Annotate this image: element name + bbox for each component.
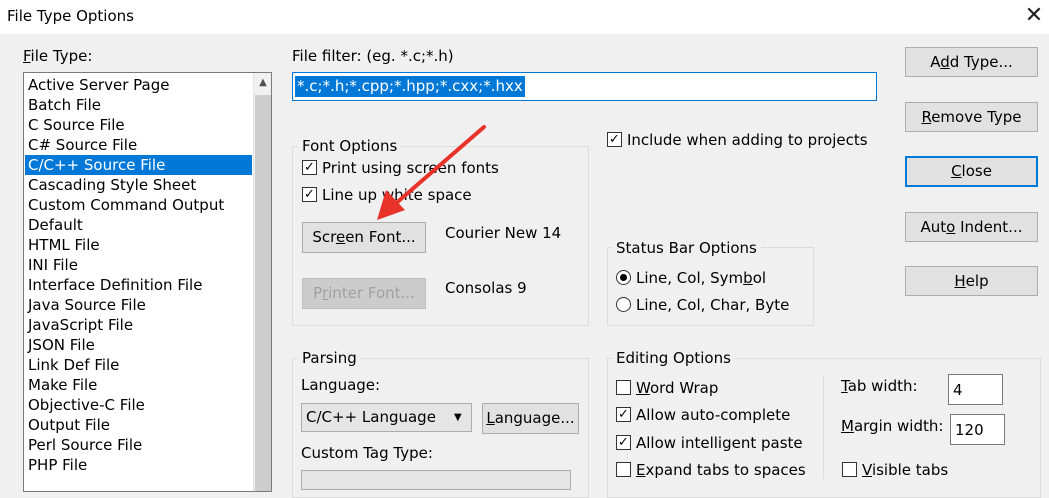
- file-filter-label: File filter: (eg. *.c;*.h): [292, 47, 454, 65]
- scroll-up-icon[interactable]: ▲: [254, 73, 271, 93]
- help-button[interactable]: Help: [905, 266, 1038, 296]
- printer-font-value: Consolas 9: [445, 279, 527, 297]
- font-options-title: Font Options: [298, 137, 402, 155]
- chevron-down-icon: ▼: [454, 412, 462, 423]
- include-projects-checkbox[interactable]: ✓: [607, 132, 622, 147]
- print-screen-fonts-checkbox[interactable]: ✓: [302, 160, 317, 175]
- list-item[interactable]: Default: [25, 215, 252, 235]
- list-item[interactable]: Output File: [25, 415, 252, 435]
- status-bar-byte-label: Line, Col, Char, Byte: [636, 296, 790, 314]
- remove-type-button[interactable]: Remove Type: [905, 102, 1038, 132]
- window-title: File Type Options: [7, 7, 134, 25]
- include-projects-label: Include when adding to projects: [627, 131, 868, 149]
- list-item[interactable]: Make File: [25, 375, 252, 395]
- list-item[interactable]: Batch File: [25, 95, 252, 115]
- expand-tabs-checkbox[interactable]: [616, 462, 631, 477]
- file-type-label: File Type:: [23, 47, 93, 65]
- list-item[interactable]: JSON File: [25, 335, 252, 355]
- list-item[interactable]: Objective-C File: [25, 395, 252, 415]
- intelligent-paste-label: Allow intelligent paste: [636, 434, 803, 452]
- list-item[interactable]: Link Def File: [25, 355, 252, 375]
- list-item[interactable]: INI File: [25, 255, 252, 275]
- margin-width-label: Margin width:: [841, 417, 944, 435]
- screen-font-value: Courier New 14: [445, 224, 562, 242]
- list-item[interactable]: Cascading Style Sheet: [25, 175, 252, 195]
- word-wrap-checkbox[interactable]: [616, 380, 631, 395]
- auto-indent-button[interactable]: Auto Indent...: [905, 212, 1038, 242]
- line-up-white-space-label: Line up white space: [322, 186, 472, 204]
- radio-selected-dot: [620, 274, 627, 281]
- language-label: Language:: [301, 376, 381, 394]
- print-screen-fonts-label: Print using screen fonts: [322, 159, 499, 177]
- status-bar-title: Status Bar Options: [612, 239, 761, 257]
- list-item[interactable]: Java Source File: [25, 295, 252, 315]
- word-wrap-label: Word Wrap: [636, 379, 719, 397]
- language-select-value: C/C++ Language: [306, 408, 436, 426]
- language-select[interactable]: C/C++ Language ▼: [301, 403, 472, 432]
- title-bar: [0, 0, 1049, 34]
- status-bar-byte-radio[interactable]: [616, 297, 631, 312]
- list-item[interactable]: Custom Command Output: [25, 195, 252, 215]
- close-button[interactable]: Close: [905, 156, 1038, 187]
- file-filter-input[interactable]: *.c;*.h;*.cpp;*.hpp;*.cxx;*.hxx: [292, 72, 877, 101]
- list-item[interactable]: PHP File: [25, 455, 252, 475]
- list-item[interactable]: HTML File: [25, 235, 252, 255]
- tab-width-label: Tab width:: [841, 377, 918, 395]
- list-scrollbar[interactable]: ▲: [253, 73, 271, 491]
- add-type-button[interactable]: Add Type...: [905, 47, 1038, 77]
- auto-complete-label: Allow auto-complete: [636, 406, 791, 424]
- list-item[interactable]: Active Server Page: [25, 75, 252, 95]
- auto-complete-checkbox[interactable]: ✓: [616, 407, 631, 422]
- list-item[interactable]: C/C++ Source File: [25, 155, 252, 175]
- list-item[interactable]: JavaScript File: [25, 315, 252, 335]
- list-item[interactable]: Interface Definition File: [25, 275, 252, 295]
- parsing-title: Parsing: [298, 349, 361, 367]
- editing-options-title: Editing Options: [612, 349, 735, 367]
- margin-width-input[interactable]: 120: [950, 414, 1005, 445]
- list-item[interactable]: Perl Source File: [25, 435, 252, 455]
- tab-width-input[interactable]: 4: [948, 374, 1003, 405]
- screen-font-button[interactable]: Screen Font...: [302, 222, 426, 253]
- expand-tabs-label: Expand tabs to spaces: [636, 461, 806, 479]
- visible-tabs-label: Visible tabs: [862, 461, 949, 479]
- status-bar-symbol-label: Line, Col, Symbol: [636, 269, 767, 287]
- custom-tag-label: Custom Tag Type:: [301, 444, 433, 462]
- custom-tag-select[interactable]: [301, 470, 571, 490]
- list-item[interactable]: C# Source File: [25, 135, 252, 155]
- editing-divider: [823, 375, 824, 479]
- printer-font-button: Printer Font...: [302, 278, 426, 309]
- visible-tabs-checkbox[interactable]: [842, 462, 857, 477]
- file-type-list[interactable]: Active Server Page Batch File C Source Fil…: [23, 72, 272, 492]
- line-up-white-space-checkbox[interactable]: ✓: [302, 187, 317, 202]
- close-icon[interactable]: ✕: [1020, 3, 1048, 31]
- language-button[interactable]: Language...: [482, 403, 579, 434]
- file-filter-value: *.c;*.h;*.cpp;*.hpp;*.cxx;*.hxx: [295, 76, 525, 97]
- status-bar-symbol-radio[interactable]: [616, 270, 631, 285]
- list-item[interactable]: C Source File: [25, 115, 252, 135]
- intelligent-paste-checkbox[interactable]: ✓: [616, 435, 631, 450]
- scroll-thumb[interactable]: [255, 95, 271, 491]
